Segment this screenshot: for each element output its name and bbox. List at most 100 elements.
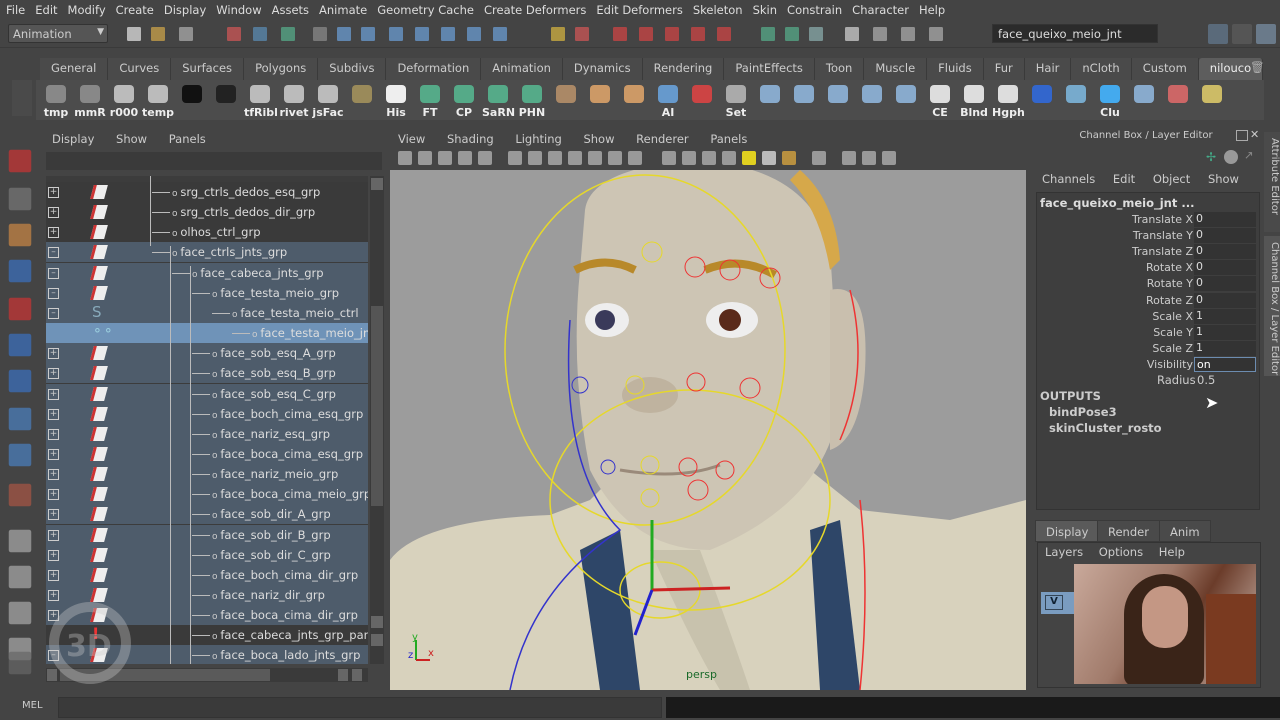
shelf-button[interactable] — [1162, 82, 1194, 120]
status-tool-icon[interactable] — [665, 27, 679, 41]
viewport-toolbar-icon[interactable] — [418, 151, 432, 165]
channel-value-field[interactable]: 1 — [1194, 324, 1256, 340]
channel-name[interactable]: Translate X — [1132, 213, 1193, 226]
outliner-row[interactable]: + face_boch_cima_esq_grp — [46, 403, 368, 424]
outliner-row[interactable]: + face_sob_dir_B_grp — [46, 524, 368, 545]
viewport-menu-lighting[interactable]: Lighting — [515, 132, 561, 146]
options-menu[interactable]: Options — [1099, 545, 1143, 559]
channel-value-field[interactable]: 1 — [1194, 308, 1256, 324]
shelf-button-blnd[interactable]: Blnd — [958, 82, 990, 120]
shelf-tab-dynamics[interactable]: Dynamics — [562, 58, 643, 80]
status-tool-icon[interactable] — [785, 27, 799, 41]
outliner-row[interactable]: + face_boch_cima_dir_grp — [46, 564, 368, 585]
scroll-down-icon[interactable] — [371, 634, 383, 646]
select-tool-icon[interactable] — [8, 149, 32, 173]
viewport-menu-shading[interactable]: Shading — [447, 132, 494, 146]
shelf-tab-general[interactable]: General — [40, 58, 109, 80]
shelf-tab-animation[interactable]: Animation — [481, 58, 563, 80]
expand-icon[interactable]: + — [48, 207, 59, 219]
viewport-toolbar-icon[interactable] — [528, 151, 542, 165]
shelf-button-hgph[interactable]: Hgph — [992, 82, 1025, 120]
status-tool-icon[interactable] — [467, 27, 481, 41]
status-tool-icon[interactable] — [873, 27, 887, 41]
viewport-toolbar-icon[interactable] — [682, 151, 696, 165]
shelf-tab-custom[interactable]: Custom — [1131, 58, 1199, 80]
viewport-toolbar-icon[interactable] — [842, 151, 856, 165]
expand-icon[interactable]: + — [48, 428, 59, 440]
viewport-toolbar-icon[interactable] — [548, 151, 562, 165]
outliner-filter-field[interactable] — [46, 152, 382, 170]
channel-name[interactable]: Scale Y — [1153, 326, 1193, 339]
shelf-button-rivet[interactable]: rivet — [278, 82, 310, 120]
outliner-row[interactable]: + face_boca_cima_meio_grp — [46, 484, 368, 505]
shelf-button-cp[interactable]: CP — [448, 82, 480, 120]
outliner-row[interactable]: + face_sob_dir_A_grp — [46, 504, 368, 525]
close-icon[interactable]: ✕ — [1250, 128, 1259, 141]
shelf-button[interactable] — [1128, 82, 1160, 120]
status-tool-icon[interactable] — [127, 27, 141, 41]
status-tool-icon[interactable] — [761, 27, 775, 41]
outliner-row[interactable]: – face_cabeca_jnts_grp — [46, 262, 368, 283]
menu-create-deformers[interactable]: Create Deformers — [484, 3, 586, 17]
menu-window[interactable]: Window — [216, 3, 261, 17]
two-pane-layout-icon[interactable] — [8, 601, 32, 625]
shelf-tab-deformation[interactable]: Deformation — [386, 58, 482, 80]
shelf-tab-hair[interactable]: Hair — [1024, 58, 1072, 80]
expand-icon[interactable]: + — [48, 368, 59, 380]
attribute-editor-toggle-icon[interactable] — [1208, 24, 1228, 44]
status-tool-icon[interactable] — [281, 27, 295, 41]
scroll-left-icon[interactable] — [338, 669, 348, 681]
expand-icon[interactable]: + — [48, 569, 59, 581]
expand-icon[interactable]: + — [48, 448, 59, 460]
channel-value-field[interactable]: 0 — [1194, 260, 1256, 276]
menu-assets[interactable]: Assets — [272, 3, 309, 17]
paint-select-tool-icon[interactable] — [8, 223, 32, 247]
shelf-button-tmp[interactable]: tmp — [40, 82, 72, 120]
shelf-button-r000[interactable]: r000 — [108, 82, 140, 120]
shelf-button[interactable] — [890, 82, 922, 120]
channel-value-field[interactable]: on — [1194, 356, 1256, 372]
shelf-button-clu[interactable]: Clu — [1094, 82, 1126, 120]
scroll-thumb[interactable] — [371, 306, 383, 506]
scale-tool-icon[interactable] — [8, 333, 32, 357]
outliner-row[interactable]: + srg_ctrls_dedos_esq_grp — [46, 182, 368, 202]
tab-anim[interactable]: Anim — [1159, 520, 1211, 542]
viewport-toolbar-icon[interactable] — [568, 151, 582, 165]
menu-geometry-cache[interactable]: Geometry Cache — [377, 3, 474, 17]
universal-manipulator-icon[interactable] — [8, 369, 32, 393]
shelf-tab-painteffects[interactable]: PaintEffects — [724, 58, 815, 80]
viewport-menu-renderer[interactable]: Renderer — [636, 132, 689, 146]
shelf-button[interactable] — [856, 82, 888, 120]
shelf-button-mmr[interactable]: mmR — [74, 82, 106, 120]
expand-icon[interactable]: + — [48, 408, 59, 420]
outliner-row[interactable]: – face_testa_meio_grp — [46, 282, 368, 303]
status-tool-icon[interactable] — [809, 27, 823, 41]
show-menu[interactable]: Show — [1208, 172, 1239, 186]
tab-display[interactable]: Display — [1035, 520, 1100, 542]
outliner-row[interactable]: – face_ctrls_jnts_grp — [46, 242, 368, 263]
viewport-toolbar-icon[interactable] — [782, 151, 796, 165]
scroll-up-icon[interactable] — [371, 616, 383, 628]
outliner-row[interactable]: + face_boca_cima_esq_grp — [46, 443, 368, 464]
status-tool-icon[interactable] — [691, 27, 705, 41]
viewport-menu-panels[interactable]: Panels — [710, 132, 747, 146]
viewport-toolbar-icon[interactable] — [608, 151, 622, 165]
four-pane-layout-icon[interactable] — [8, 565, 32, 589]
output-node[interactable]: bindPose3 — [1049, 405, 1117, 419]
menu-set-dropdown[interactable]: Animation ▼ — [8, 24, 108, 43]
shelf-button[interactable] — [1196, 82, 1228, 120]
outliner-row[interactable]: + face_nariz_meio_grp — [46, 464, 368, 485]
shelf-button-tfribl[interactable]: tfRibl — [244, 82, 278, 120]
status-tool-icon[interactable] — [639, 27, 653, 41]
rotate-tool-icon[interactable] — [8, 297, 32, 321]
outliner-row[interactable]: + olhos_ctrl_grp — [46, 222, 368, 243]
lasso-tool-icon[interactable] — [8, 187, 32, 211]
shelf-button[interactable] — [346, 82, 378, 120]
viewport-toolbar-icon[interactable] — [478, 151, 492, 165]
trash-icon[interactable]: 🗑 — [1250, 60, 1265, 74]
channel-value-field[interactable]: 0 — [1194, 244, 1256, 260]
shelf-tab-ncloth[interactable]: nCloth — [1071, 58, 1132, 80]
collapse-icon[interactable]: – — [48, 247, 59, 259]
menu-modify[interactable]: Modify — [68, 3, 106, 17]
status-tool-icon[interactable] — [415, 27, 429, 41]
